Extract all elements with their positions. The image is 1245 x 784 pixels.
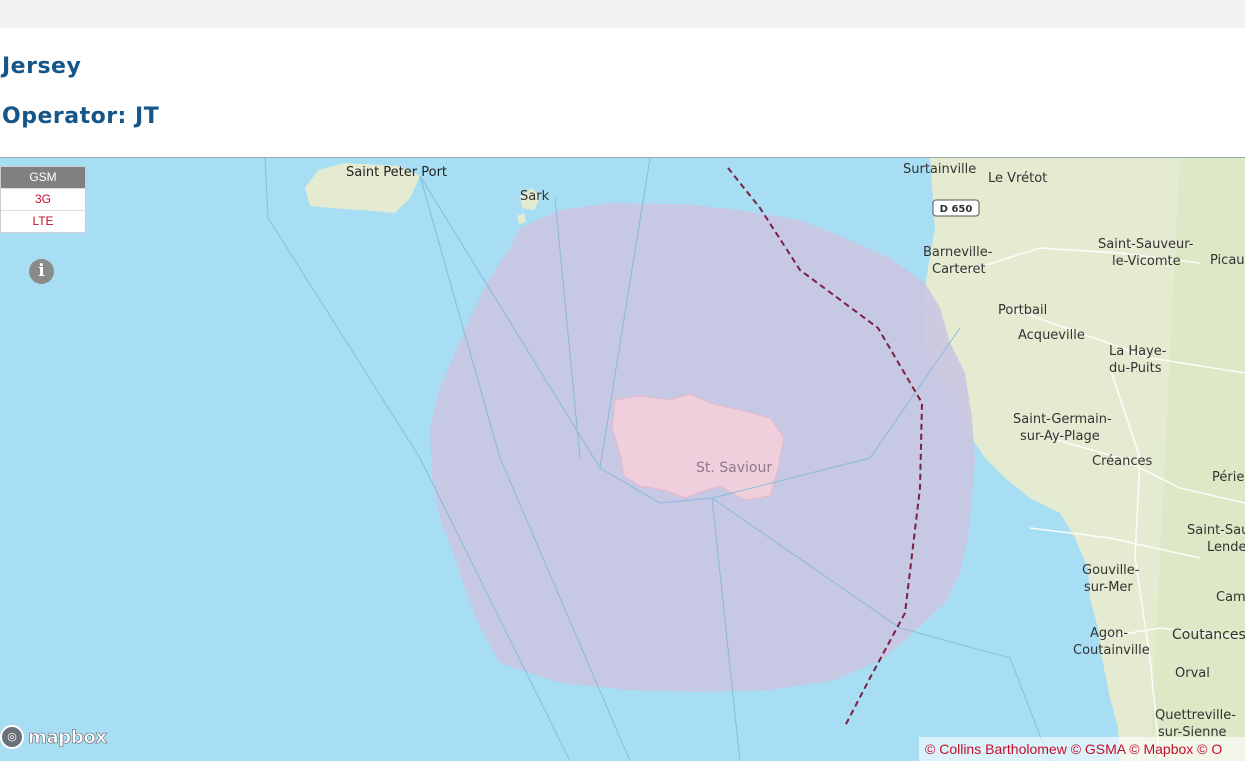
- mapbox-wordmark: mapbox: [28, 726, 108, 748]
- country-title: Jersey: [2, 54, 82, 79]
- label-st-germain-1: Saint-Germain-: [1013, 412, 1112, 427]
- label-st-saviour: St. Saviour: [696, 460, 772, 476]
- label-barneville-2: Carteret: [932, 262, 986, 277]
- label-la-haye-1: La Haye-: [1109, 344, 1167, 359]
- label-st-germain-2: sur-Ay-Plage: [1020, 429, 1100, 444]
- label-quettreville-1: Quettreville-: [1155, 708, 1236, 723]
- label-le-vretot: Le Vrétot: [988, 171, 1047, 186]
- mapbox-mark-icon: ◎: [0, 725, 24, 749]
- map-canvas: D 650 Saint Peter Port Sark St. Saviour …: [264, 158, 1245, 761]
- legend-gsm[interactable]: GSM: [1, 167, 85, 188]
- label-agon-2: Coutainville: [1073, 643, 1150, 658]
- label-acqueville: Acqueville: [1018, 328, 1085, 343]
- label-saint-sau-2: Lende: [1207, 540, 1245, 555]
- label-saint-sau-1: Saint-Sau: [1187, 523, 1245, 538]
- label-surtainville: Surtainville: [903, 162, 976, 177]
- label-saint-sauveur-1: Saint-Sauveur-: [1098, 237, 1194, 252]
- map-attribution[interactable]: © Collins Bartholomew © GSMA © Mapbox © …: [919, 737, 1245, 761]
- label-sark: Sark: [520, 189, 550, 204]
- label-portbail: Portbail: [998, 303, 1047, 318]
- label-picau: Picau: [1210, 253, 1245, 268]
- legend-3g[interactable]: 3G: [1, 188, 85, 210]
- label-orval: Orval: [1175, 666, 1210, 681]
- label-gouville-2: sur-Mer: [1084, 580, 1133, 595]
- coverage-map[interactable]: D 650 Saint Peter Port Sark St. Saviour …: [0, 157, 1245, 761]
- label-creances: Créances: [1092, 454, 1152, 469]
- d650-label: D 650: [940, 204, 973, 215]
- label-cam: Cam: [1216, 590, 1245, 605]
- info-icon[interactable]: i: [29, 259, 54, 284]
- label-la-haye-2: du-Puits: [1109, 361, 1162, 376]
- legend-lte[interactable]: LTE: [1, 210, 85, 232]
- label-saint-peter-port: Saint Peter Port: [346, 165, 447, 180]
- network-legend: GSM 3G LTE: [0, 166, 86, 233]
- label-gouville-1: Gouville-: [1082, 563, 1140, 578]
- label-coutances: Coutances: [1172, 627, 1245, 643]
- label-agon-1: Agon-: [1090, 626, 1128, 641]
- mapbox-logo[interactable]: ◎ mapbox: [0, 723, 107, 751]
- label-barneville-1: Barneville-: [923, 245, 993, 260]
- label-perie: Périe: [1212, 470, 1244, 485]
- top-bar: [0, 0, 1245, 28]
- label-saint-sauveur-2: le-Vicomte: [1112, 254, 1181, 269]
- operator-title: Operator: JT: [2, 104, 160, 129]
